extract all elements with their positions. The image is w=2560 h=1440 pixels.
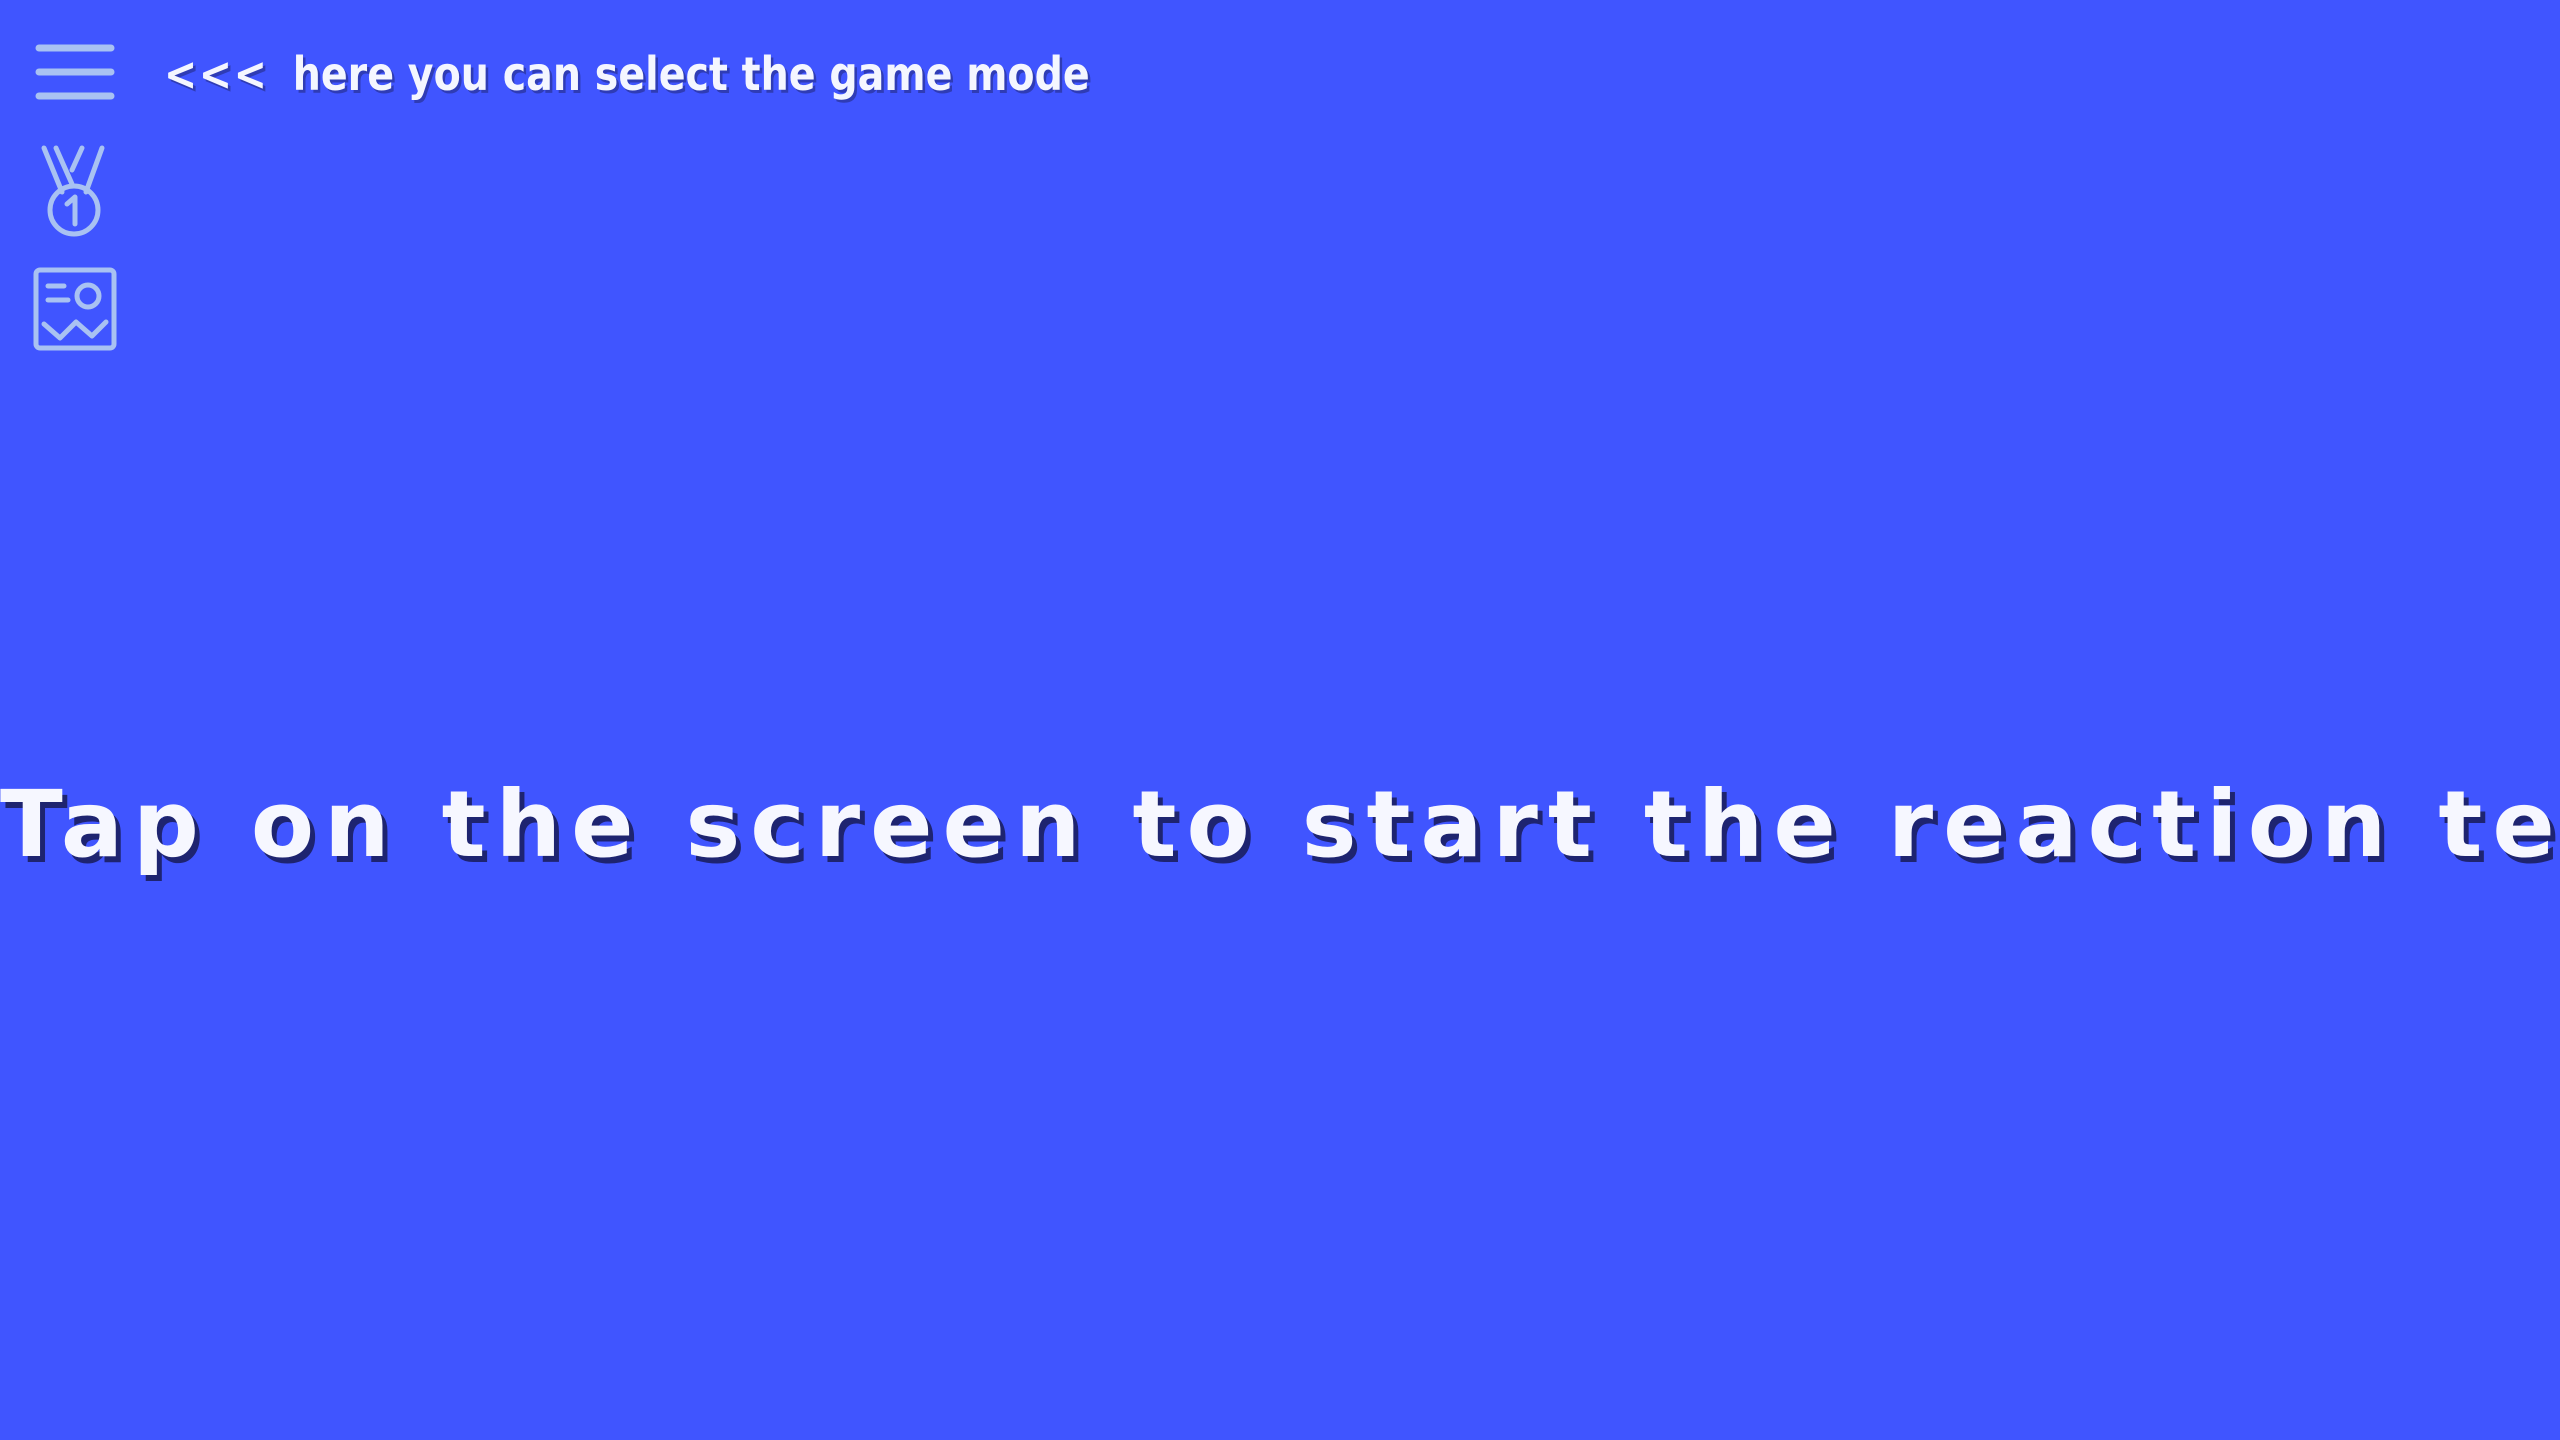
menu-icon [35,44,115,100]
image-gallery-icon [33,267,117,351]
gallery-button[interactable] [30,264,120,354]
reaction-test-tap-area[interactable]: Tap on the screen to start the reaction … [0,0,2560,1440]
menu-button[interactable] [30,36,120,116]
hint-text: here you can select the game mode [292,47,1090,101]
start-instruction: Tap on the screen to start the reaction … [0,771,2560,878]
medal-icon [41,145,105,237]
leaderboard-button[interactable] [30,140,120,240]
game-mode-hint: <<< here you can select the game mode [164,38,1090,110]
hint-arrows: <<< [164,47,269,101]
sidebar [30,36,120,378]
